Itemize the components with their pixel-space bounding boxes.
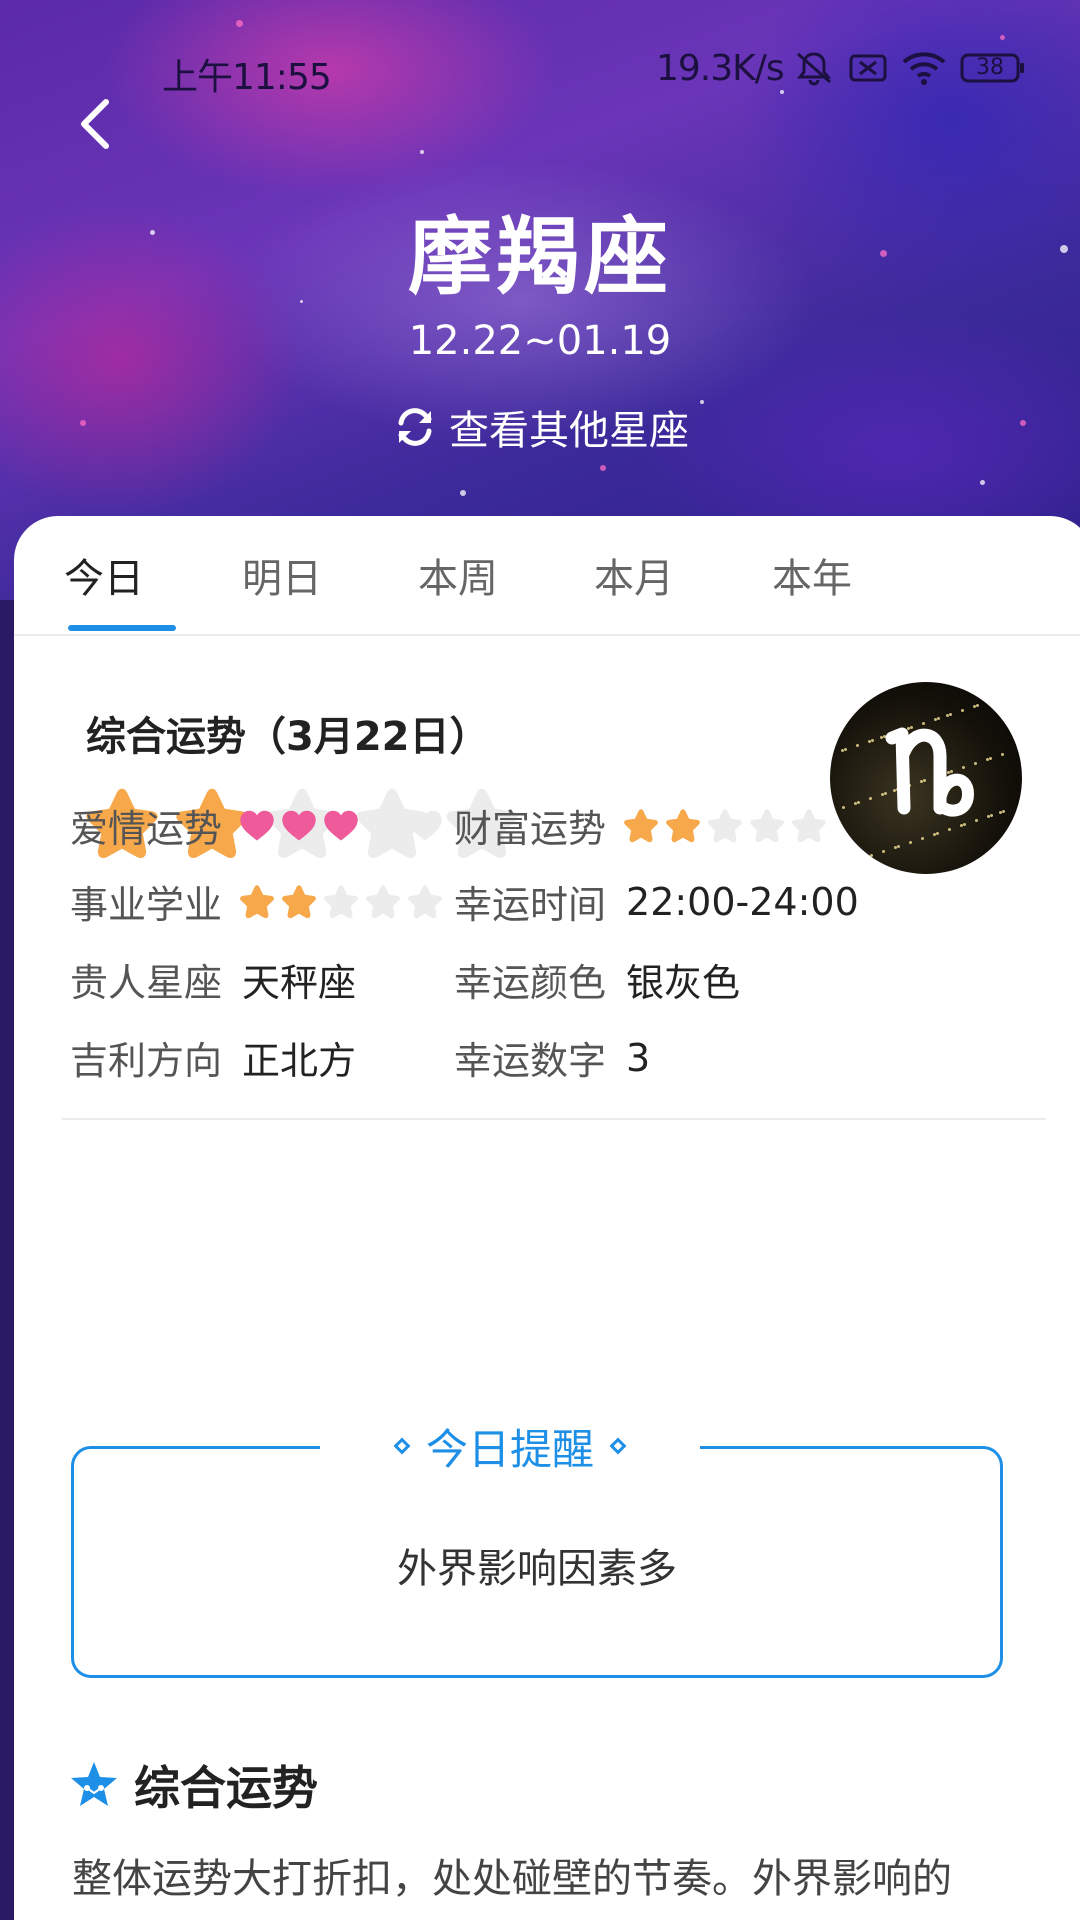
love-fortune: 爱情运势 [70,798,444,853]
heart-filled-icon [282,810,316,840]
heart-filled-icon [324,810,358,840]
star-filled-icon [282,884,316,918]
lucky-color-label: 幸运颜色 [454,961,607,1005]
heart-filled-icon [240,810,274,840]
lucky-number-value: 3 [626,1035,651,1080]
star-filled-icon [240,884,274,918]
star-empty-icon [792,808,826,842]
star-empty-icon [408,884,442,918]
lucky-direction: 吉利方向 正北方 [70,1030,356,1085]
star-empty-icon [708,808,742,842]
overall-title: 综合运势（3月22日） [86,714,490,760]
tab-month[interactable]: 本月 [594,546,674,604]
lucky-time-value: 22:00-24:00 [626,879,859,924]
noble-sign-label: 贵人星座 [70,961,223,1005]
star-empty-icon [750,808,784,842]
tabs-divider [14,634,1080,636]
lucky-number-label: 幸运数字 [454,1039,607,1083]
date-range: 12.22~01.19 [408,318,672,364]
app-screen: 上午11:55 19.3K/s 38 摩羯座 12.22~01.19 查看其他星… [0,0,1080,1920]
tab-today[interactable]: 今日 [64,546,144,604]
diamond-icon [609,1437,627,1455]
active-tab-indicator [68,625,176,631]
diamond-icon [393,1437,411,1455]
switch-sign-label: 查看其他星座 [449,408,689,454]
status-time: 上午11:55 [162,57,332,98]
wifi-icon [902,51,946,85]
chevron-left-icon [81,99,109,149]
status-bar: 上午11:55 19.3K/s 38 [0,48,1080,98]
reminder-heading-label: 今日提醒 [425,1424,594,1474]
sign-title: 摩羯座 [407,208,672,306]
lucky-number: 幸运数字 3 [454,1030,650,1085]
wealth-fortune: 财富运势 [454,798,828,853]
noble-sign: 贵人星座 天秤座 [70,952,356,1007]
wealth-rating [622,807,828,845]
star-filled-icon [666,808,700,842]
love-rating [238,807,444,845]
noble-sign-value: 天秤座 [242,961,357,1005]
career-rating [238,883,444,921]
mute-icon [794,50,834,86]
fortune-card: 今日 明日 本周 本月 本年 综合运势（3月22日） 爱情运势 财富运势 事业学… [14,516,1080,1920]
lucky-time-label: 幸运时间 [454,883,607,927]
switch-sign-button[interactable]: 查看其他星座 [0,398,1080,456]
tab-year[interactable]: 本年 [772,546,852,604]
refresh-icon [398,408,432,446]
heart-empty-icon [366,810,400,840]
summary-text: 整体运势大打折扣，处处碰壁的节奏。外界影响的 [72,1856,952,1902]
sign-avatar [830,682,1022,874]
sim-off-icon [848,52,888,84]
tab-tomorrow[interactable]: 明日 [242,546,322,604]
career-fortune-label: 事业学业 [70,883,223,927]
wealth-fortune-label: 财富运势 [454,807,607,851]
reminder-text: 外界影响因素多 [397,1546,677,1592]
battery-level: 38 [976,55,1004,80]
status-network-speed: 19.3K/s [656,48,785,89]
reminder-heading: 今日提醒 [320,1418,700,1474]
star-badge-icon [71,1762,117,1806]
lucky-direction-label: 吉利方向 [70,1039,223,1083]
lucky-time: 幸运时间 22:00-24:00 [454,874,859,929]
star-filled-icon [624,808,658,842]
star-empty-icon [366,884,400,918]
heart-empty-icon [408,810,442,840]
battery-icon: 38 [960,53,1026,83]
back-button[interactable] [72,94,122,154]
love-fortune-label: 爱情运势 [70,807,223,851]
star-empty-icon [324,884,358,918]
summary-heading-label: 综合运势 [134,1761,318,1815]
capricorn-symbol-icon [885,727,975,817]
career-fortune: 事业学业 [70,874,444,929]
lucky-direction-value: 正北方 [242,1039,357,1083]
section-divider [62,1118,1046,1120]
lucky-color: 幸运颜色 银灰色 [454,952,740,1007]
summary-heading: 综合运势 [68,1752,318,1818]
lucky-color-value: 银灰色 [626,961,741,1005]
tab-week[interactable]: 本周 [418,546,498,604]
